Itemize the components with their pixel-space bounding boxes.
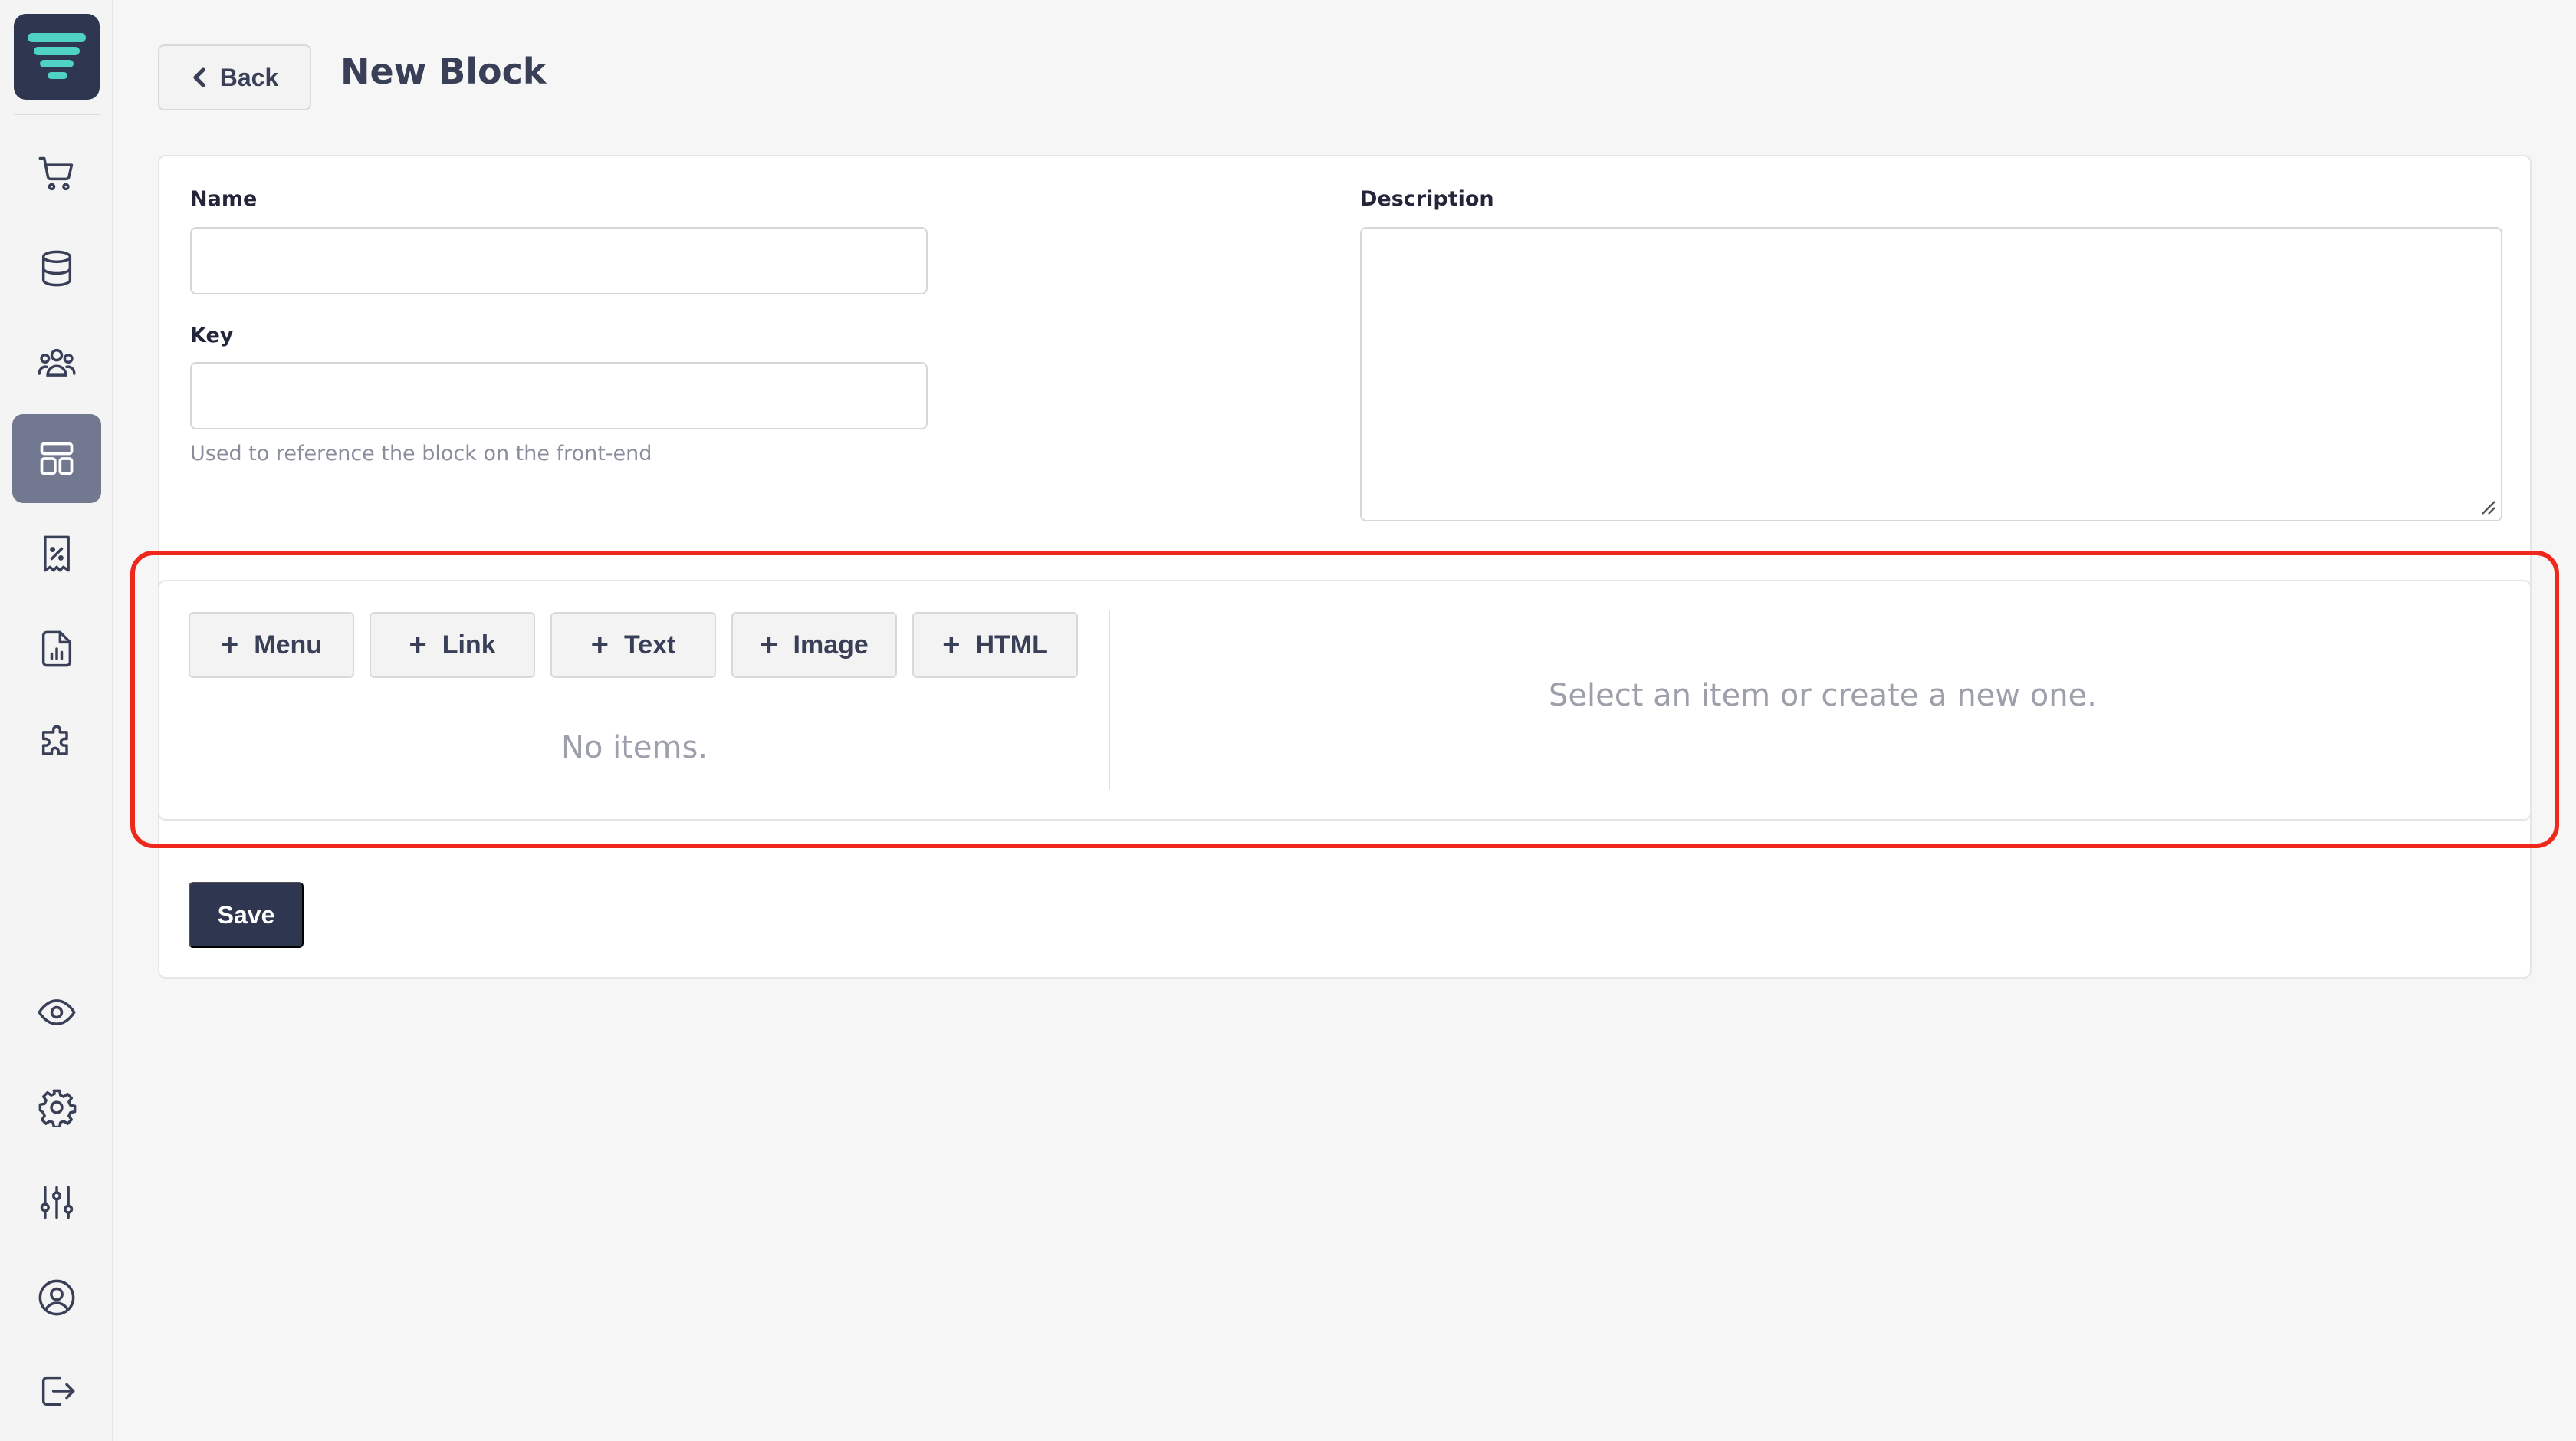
name-input[interactable] bbox=[190, 227, 928, 294]
items-empty-text: No items. bbox=[561, 730, 708, 765]
add-text-label: Text bbox=[623, 630, 676, 660]
add-image-label: Image bbox=[793, 630, 869, 660]
add-menu-label: Menu bbox=[254, 630, 323, 660]
sidebar-item-data[interactable] bbox=[12, 224, 101, 313]
logo-icon bbox=[28, 33, 86, 79]
sidebar-item-blocks[interactable] bbox=[12, 414, 101, 503]
layout-icon bbox=[40, 442, 74, 475]
users-icon bbox=[38, 348, 76, 377]
logout-icon bbox=[41, 1376, 75, 1406]
database-icon bbox=[41, 250, 72, 287]
sidebar-item-extensions[interactable] bbox=[12, 699, 101, 788]
chevron-left-icon bbox=[193, 67, 205, 87]
app-logo[interactable] bbox=[14, 14, 100, 100]
add-image-button[interactable]: + Image bbox=[731, 612, 897, 678]
back-button-label: Back bbox=[219, 63, 279, 91]
sidebar-item-logout[interactable] bbox=[12, 1347, 101, 1436]
sidebar-item-orders[interactable] bbox=[12, 129, 101, 218]
receipt-percent-icon bbox=[44, 535, 70, 572]
sidebar-item-preview[interactable] bbox=[12, 968, 101, 1057]
add-html-label: HTML bbox=[975, 630, 1048, 660]
plus-icon: + bbox=[942, 628, 961, 662]
items-divider bbox=[1109, 610, 1110, 790]
description-textarea[interactable] bbox=[1360, 227, 2502, 521]
plus-icon: + bbox=[409, 628, 427, 662]
resize-grip-icon[interactable] bbox=[2478, 497, 2496, 515]
sidebar bbox=[0, 0, 113, 1441]
name-label: Name bbox=[190, 187, 258, 211]
cart-icon bbox=[38, 156, 74, 191]
puzzle-icon bbox=[41, 725, 68, 755]
gear-icon bbox=[38, 1089, 77, 1127]
description-label: Description bbox=[1360, 187, 1494, 211]
eye-icon bbox=[38, 999, 76, 1025]
item-detail-placeholder: Select an item or create a new one. bbox=[1549, 678, 2097, 713]
add-text-button[interactable]: + Text bbox=[550, 612, 716, 678]
sidebar-divider bbox=[14, 114, 100, 115]
key-input[interactable] bbox=[190, 362, 928, 429]
add-link-label: Link bbox=[442, 630, 496, 660]
sidebar-item-reports[interactable] bbox=[12, 604, 101, 693]
page-title: New Block bbox=[340, 51, 547, 92]
sidebar-item-account[interactable] bbox=[12, 1253, 101, 1342]
sidebar-item-discounts[interactable] bbox=[12, 509, 101, 598]
sidebar-item-preferences[interactable] bbox=[12, 1158, 101, 1247]
key-hint: Used to reference the block on the front… bbox=[190, 442, 652, 466]
sidebar-item-customers[interactable] bbox=[12, 319, 101, 408]
back-button[interactable]: Back bbox=[158, 44, 311, 110]
add-html-button[interactable]: + HTML bbox=[912, 612, 1078, 678]
plus-icon: + bbox=[760, 628, 778, 662]
user-circle-icon bbox=[38, 1279, 75, 1316]
add-menu-button[interactable]: + Menu bbox=[189, 612, 354, 678]
plus-icon: + bbox=[590, 628, 609, 662]
block-form-card: Name Key Used to reference the block on … bbox=[158, 155, 2532, 979]
plus-icon: + bbox=[220, 628, 239, 662]
report-icon bbox=[41, 630, 72, 667]
add-link-button[interactable]: + Link bbox=[370, 612, 535, 678]
sliders-icon bbox=[40, 1186, 74, 1219]
key-label: Key bbox=[190, 324, 234, 347]
save-button[interactable]: Save bbox=[189, 882, 304, 948]
sidebar-item-settings[interactable] bbox=[12, 1063, 101, 1152]
